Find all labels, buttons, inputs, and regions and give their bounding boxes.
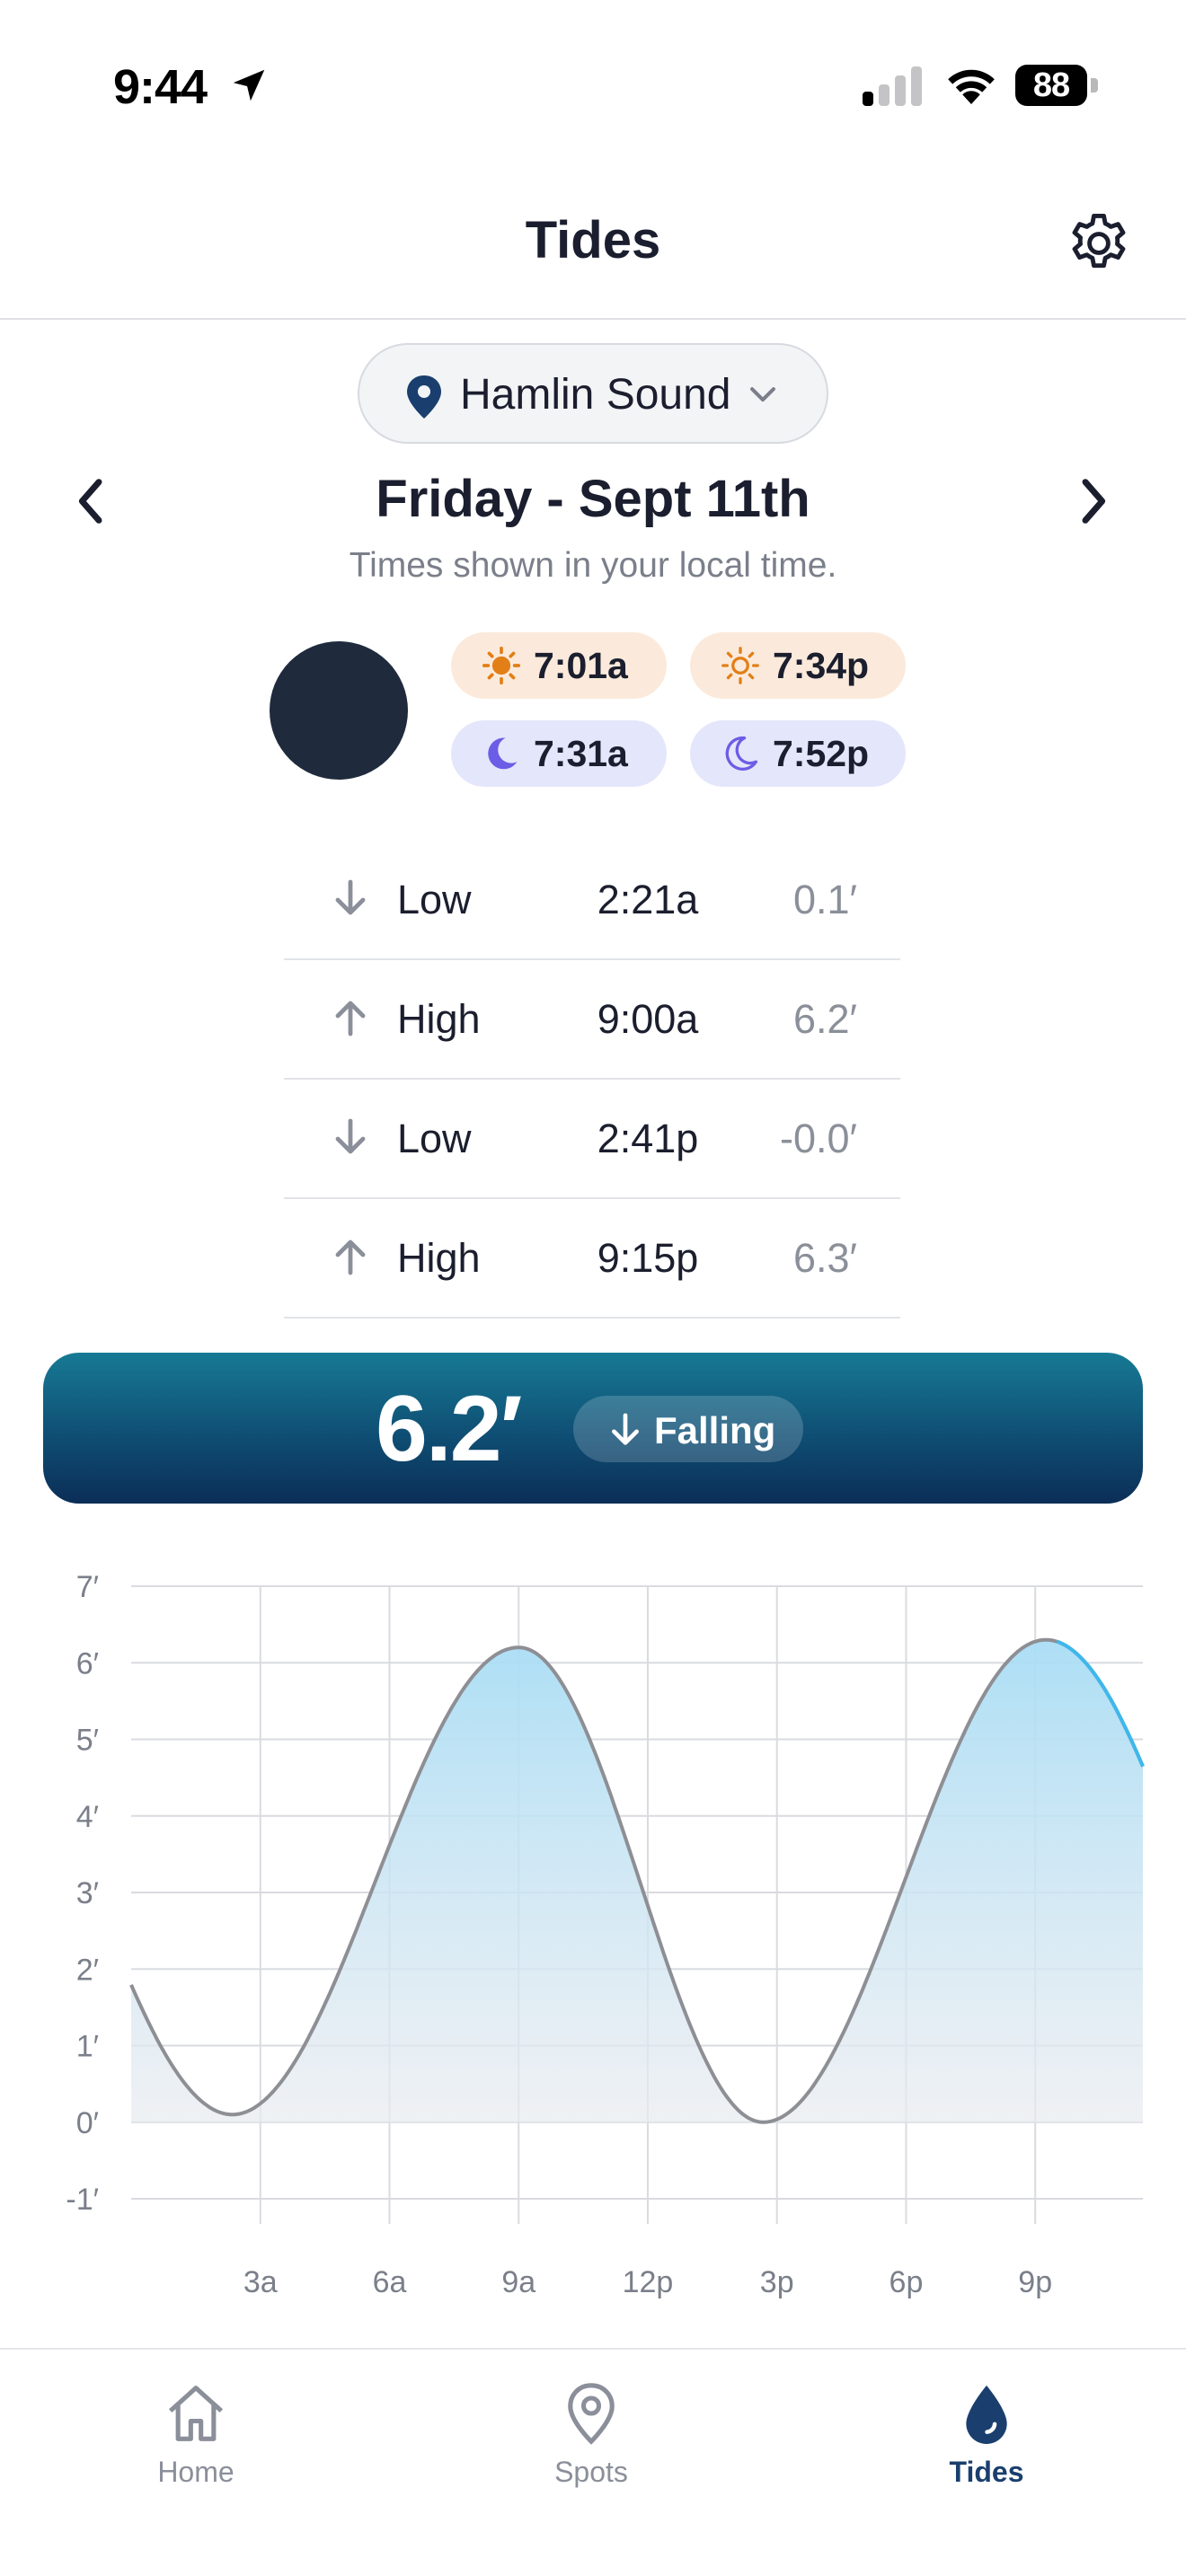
y-tick-label: -1′ <box>66 2183 99 2217</box>
tab-label-tides: Tides <box>949 2456 1024 2488</box>
tide-row: High 9:15p 6.3′ <box>284 1199 900 1319</box>
x-tick-label: 6a <box>373 2265 407 2299</box>
tab-spots[interactable]: Spots <box>492 2371 690 2506</box>
tide-time: 2:21a <box>597 877 699 922</box>
status-bar: 9:44 88 <box>0 0 1186 171</box>
moonrise-time: 7:31a <box>534 733 628 774</box>
y-tick-label: 6′ <box>76 1646 99 1681</box>
tab-home[interactable]: Home <box>97 2371 295 2506</box>
tab-label-home: Home <box>157 2456 235 2488</box>
x-tick-label: 6p <box>890 2265 924 2299</box>
timezone-note: Times shown in your local time. <box>349 546 837 585</box>
moonrise-pill: 7:31a <box>451 720 667 787</box>
tide-row: Low 2:21a 0.1′ <box>284 841 900 960</box>
sunset-time: 7:34p <box>773 645 870 686</box>
water-drop-icon <box>966 2385 1007 2444</box>
y-tick-label: 2′ <box>76 1953 99 1987</box>
status-time: 9:44 <box>113 60 208 114</box>
tide-trend-badge: Falling <box>573 1396 803 1462</box>
moon-filled-icon <box>488 737 518 770</box>
y-tick-label: 4′ <box>76 1800 99 1834</box>
location-arrow-icon <box>233 69 265 101</box>
tab-label-spots: Spots <box>554 2456 628 2488</box>
x-tick-label: 12p <box>623 2265 674 2299</box>
location-selector[interactable]: Hamlin Sound <box>358 343 828 444</box>
tide-row: High 9:00a 6.2′ <box>284 960 900 1080</box>
cellular-signal-icon <box>863 66 922 106</box>
chevron-down-icon <box>750 387 775 402</box>
tide-time: 9:15p <box>597 1235 699 1281</box>
arrow-up-icon <box>335 1001 366 1037</box>
gear-icon[interactable] <box>1064 208 1134 278</box>
current-tide-value: 6.2′ <box>376 1377 523 1481</box>
arrow-down-icon <box>612 1413 639 1445</box>
moonset-time: 7:52p <box>773 733 870 774</box>
sunset-pill: 7:34p <box>690 632 906 699</box>
app-header: Tides <box>0 171 1186 320</box>
tide-height: -0.0′ <box>780 1116 857 1161</box>
arrow-down-icon <box>335 1118 366 1154</box>
home-icon <box>168 2386 224 2441</box>
date-title: Friday - Sept 11th <box>376 470 810 528</box>
arrow-up-icon <box>335 1239 366 1275</box>
tide-row: Low 2:41p -0.0′ <box>284 1080 900 1199</box>
moon-outline-icon <box>725 736 758 771</box>
current-tide-banner: 6.2′ Falling <box>43 1353 1143 1504</box>
battery-icon: 88 <box>1015 65 1100 106</box>
tide-height: 0.1′ <box>793 877 857 922</box>
map-pin-icon <box>568 2383 615 2445</box>
tide-type: Low <box>397 877 472 922</box>
x-tick-label: 9a <box>501 2265 535 2299</box>
y-tick-label: 1′ <box>76 2030 99 2064</box>
wifi-icon <box>948 69 995 104</box>
tide-type: High <box>397 996 481 1042</box>
tide-height: 6.3′ <box>793 1235 857 1281</box>
y-tick-label: 5′ <box>76 1724 99 1758</box>
moonset-pill: 7:52p <box>690 720 906 787</box>
map-pin-icon <box>407 375 441 419</box>
x-tick-label: 9p <box>1018 2265 1052 2299</box>
moon-phase-icon <box>270 641 408 780</box>
y-tick-label: 3′ <box>76 1876 99 1910</box>
sunrise-time: 7:01a <box>534 645 628 686</box>
tide-area-fill <box>131 1639 1143 2122</box>
page-title: Tides <box>525 211 661 269</box>
sun-filled-icon <box>482 646 521 685</box>
tide-chart[interactable]: 7′ 6′ 5′ 4′ 3′ 2′ 1′ 0′ -1′ 3a 6a 9a 12p 3p 6p 9p <box>0 1545 1186 2317</box>
tide-height: 6.2′ <box>793 996 857 1042</box>
tide-type: High <box>397 1235 481 1281</box>
arrow-down-icon <box>335 879 366 915</box>
tide-time: 9:00a <box>597 996 699 1042</box>
tide-time: 2:41p <box>597 1116 699 1161</box>
y-tick-label: 7′ <box>76 1570 99 1604</box>
tab-bar: Home Spots Tides <box>0 2348 1186 2576</box>
y-tick-label: 0′ <box>76 2106 99 2140</box>
sunrise-pill: 7:01a <box>451 632 667 699</box>
tab-tides[interactable]: Tides <box>888 2371 1085 2506</box>
tide-table: Low 2:21a 0.1′ High 9:00a 6.2′ Low 2:41p… <box>284 841 900 1319</box>
next-day-button[interactable] <box>1064 472 1121 530</box>
battery-level: 88 <box>1032 66 1070 104</box>
x-tick-label: 3a <box>243 2265 278 2299</box>
location-name: Hamlin Sound <box>460 371 731 419</box>
tide-type: Low <box>397 1116 472 1161</box>
tide-trend-label: Falling <box>654 1409 776 1451</box>
sun-outline-icon <box>721 647 759 684</box>
x-tick-label: 3p <box>760 2265 794 2299</box>
